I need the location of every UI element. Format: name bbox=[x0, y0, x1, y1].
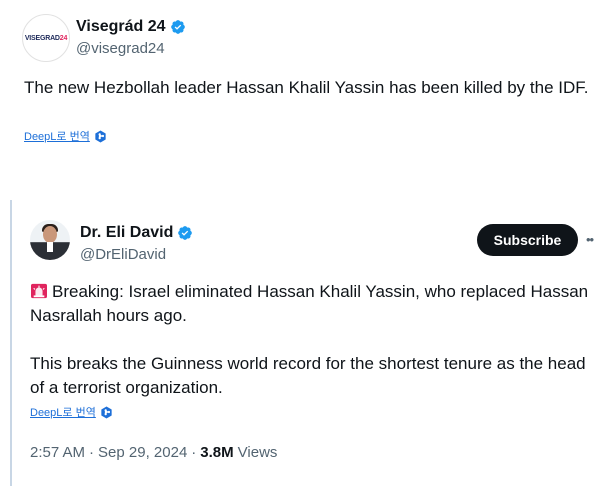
author-name-row[interactable]: Visegrád 24 bbox=[76, 18, 186, 36]
author-handle[interactable]: @visegrad24 bbox=[76, 40, 165, 57]
timestamp-time[interactable]: 2:57 AM bbox=[30, 444, 85, 461]
tweet-text: The new Hezbollah leader Hassan Khalil Y… bbox=[24, 78, 589, 97]
translate-link[interactable]: DeepL로 번역 bbox=[30, 404, 113, 420]
timestamp-date[interactable]: Sep 29, 2024 bbox=[98, 444, 187, 461]
views-label: Views bbox=[237, 444, 278, 461]
visegrad-logo: VISEGRAD24 bbox=[24, 34, 68, 42]
verified-badge-icon bbox=[178, 226, 193, 240]
separator: · bbox=[191, 444, 197, 461]
more-options-icon[interactable]: •• bbox=[586, 232, 594, 247]
translate-link[interactable]: DeepL로 번역 bbox=[24, 128, 107, 144]
deepl-icon bbox=[95, 130, 106, 142]
translate-label[interactable]: DeepL로 번역 bbox=[30, 404, 96, 420]
paragraph: Breaking: Israel eliminated Hassan Khali… bbox=[30, 282, 589, 325]
avatar[interactable] bbox=[30, 220, 70, 260]
views-count[interactable]: 3.8M bbox=[200, 444, 233, 461]
main-tweet: VISEGRAD24 Visegrád 24 @visegrad24 The n… bbox=[0, 0, 600, 180]
author-handle[interactable]: @DrEliDavid bbox=[80, 246, 166, 263]
tweet-meta: 2:57 AM · Sep 29, 2024 · 3.8M Views bbox=[30, 444, 277, 461]
author-name-row[interactable]: Dr. Eli David bbox=[80, 224, 193, 242]
paragraph: This breaks the Guinness world record fo… bbox=[30, 354, 586, 397]
quoted-tweet-text: Breaking: Israel eliminated Hassan Khali… bbox=[30, 280, 595, 400]
translate-label[interactable]: DeepL로 번역 bbox=[24, 128, 90, 144]
author-name[interactable]: Visegrád 24 bbox=[76, 18, 166, 36]
author-name[interactable]: Dr. Eli David bbox=[80, 224, 173, 242]
separator: · bbox=[89, 444, 95, 461]
subscribe-button[interactable]: Subscribe bbox=[477, 224, 578, 256]
quote-indicator-bar bbox=[10, 200, 12, 486]
verified-badge-icon bbox=[170, 20, 185, 34]
deepl-icon bbox=[101, 406, 112, 418]
avatar[interactable]: VISEGRAD24 bbox=[22, 14, 70, 62]
siren-icon bbox=[31, 283, 47, 299]
